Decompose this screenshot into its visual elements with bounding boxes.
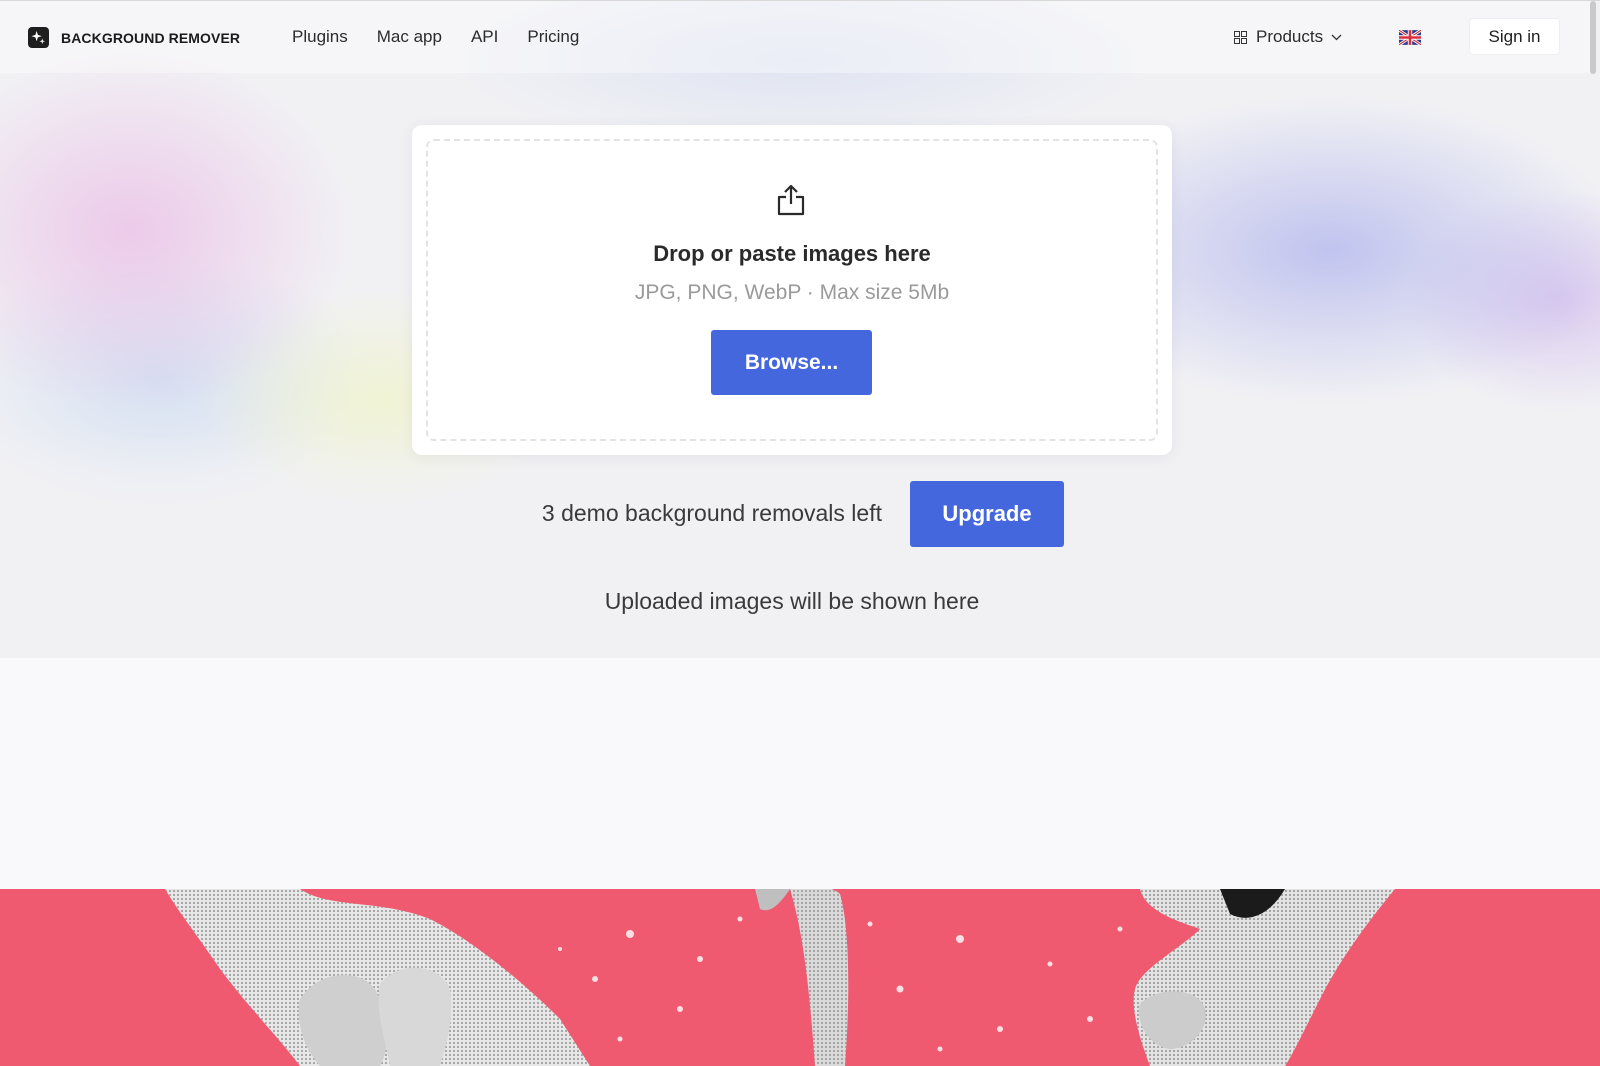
scrollbar[interactable] bbox=[1590, 1, 1596, 74]
chevron-down-icon bbox=[1331, 34, 1342, 41]
nav-pricing[interactable]: Pricing bbox=[527, 25, 579, 49]
uploaded-images-area bbox=[0, 658, 1600, 889]
products-label: Products bbox=[1256, 27, 1324, 46]
hero-banner-image bbox=[0, 889, 1600, 1066]
hero-fade bbox=[0, 430, 1600, 658]
file-format-hint: JPG, PNG, WebP · Max size 5Mb bbox=[634, 281, 950, 304]
grid-icon bbox=[1234, 30, 1247, 44]
hands-illustration bbox=[165, 889, 1395, 1066]
upgrade-button[interactable]: Upgrade bbox=[910, 481, 1064, 547]
main-nav: Plugins Mac app API Pricing bbox=[292, 25, 608, 49]
uploaded-images-placeholder: Uploaded images will be shown here bbox=[604, 588, 980, 614]
drop-title: Drop or paste images here bbox=[653, 241, 931, 266]
logo-text: BACKGROUND REMOVER bbox=[61, 29, 241, 46]
logo-link[interactable]: BACKGROUND REMOVER bbox=[28, 27, 240, 48]
browse-button[interactable]: Browse... bbox=[711, 330, 872, 395]
nav-plugins[interactable]: Plugins bbox=[292, 25, 348, 49]
upload-icon bbox=[774, 183, 808, 217]
uk-flag-icon[interactable] bbox=[1398, 28, 1422, 47]
nav-mac-app[interactable]: Mac app bbox=[377, 25, 442, 49]
sparkle-logo-icon bbox=[28, 27, 49, 48]
demo-removals-remaining: 3 demo background removals left bbox=[541, 500, 882, 526]
products-menu[interactable]: Products bbox=[1234, 25, 1342, 49]
site-header: BACKGROUND REMOVER Plugins Mac app API P… bbox=[0, 1, 1592, 73]
sign-in-button[interactable]: Sign in bbox=[1470, 19, 1559, 54]
upload-card: Drop or paste images here JPG, PNG, WebP… bbox=[412, 125, 1172, 455]
nav-api[interactable]: API bbox=[471, 25, 498, 49]
